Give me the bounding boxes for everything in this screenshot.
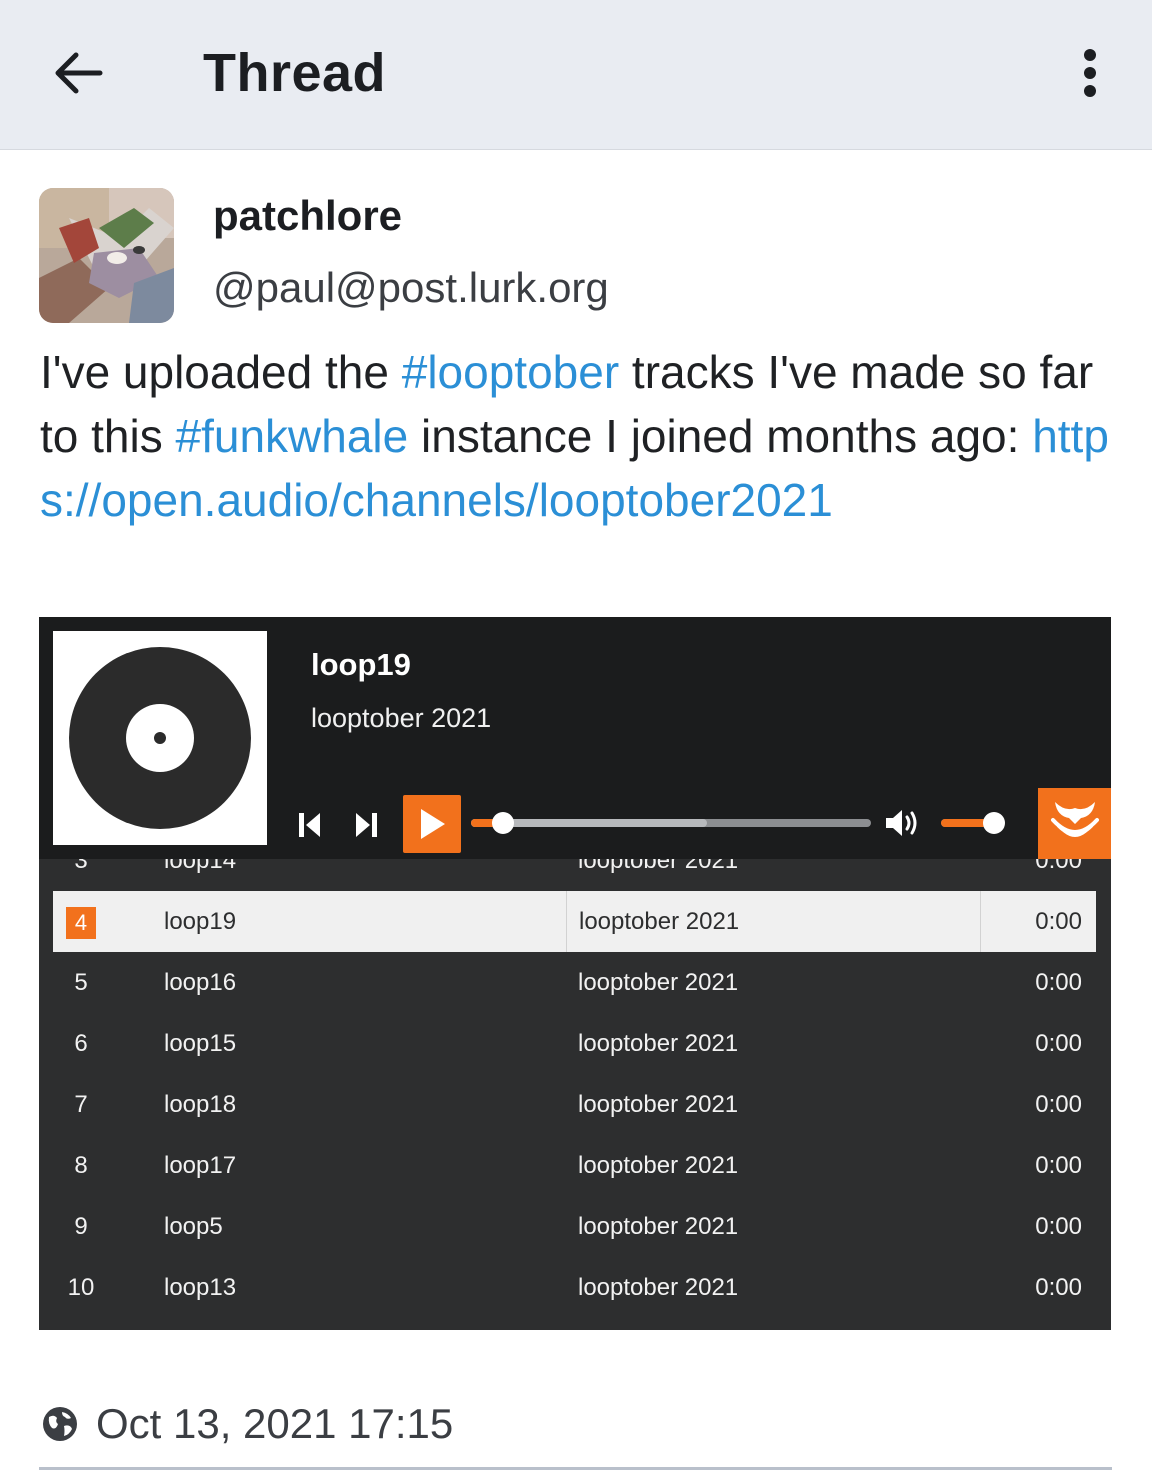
player-header: loop19 looptober 2021	[39, 617, 1111, 859]
track-duration: 0:00	[1035, 908, 1082, 935]
track-name: loop17	[164, 1152, 237, 1179]
now-playing-title: loop19	[311, 647, 411, 682]
avatar[interactable]	[39, 188, 174, 323]
track-row[interactable]: 9 loop5 looptober 2021 0:00	[53, 1196, 1096, 1257]
track-duration: 0:00	[1035, 1091, 1082, 1118]
avatar-image	[39, 188, 174, 323]
track-number: 7	[53, 1074, 109, 1135]
track-duration: 0:00	[1035, 1274, 1082, 1301]
funkwhale-icon	[1050, 801, 1099, 837]
track-number: 6	[53, 1013, 109, 1074]
funkwhale-logo[interactable]	[1038, 788, 1111, 859]
post-meta: Oct 13, 2021 17:15	[40, 1398, 453, 1450]
track-name: loop18	[164, 1091, 237, 1118]
next-track-button[interactable]	[349, 805, 383, 845]
track-row[interactable]: 6 loop15 looptober 2021 0:00	[53, 1013, 1096, 1074]
track-duration: 0:00	[1035, 1030, 1082, 1057]
track-row[interactable]: 7 loop18 looptober 2021 0:00	[53, 1074, 1096, 1135]
back-button[interactable]	[40, 38, 116, 108]
play-icon	[421, 809, 445, 839]
track-name: loop16	[164, 969, 237, 996]
track-name: loop15	[164, 1030, 237, 1057]
track-name: loop5	[164, 1213, 223, 1240]
track-name: loop13	[164, 1274, 237, 1301]
track-album: looptober 2021	[578, 1213, 739, 1240]
track-name: loop19	[164, 908, 237, 935]
track-list: 3 loop14 looptober 2021 0:00 4 loop19 looptobe…	[53, 830, 1096, 1318]
volume-slider[interactable]	[941, 812, 1006, 834]
track-album: looptober 2021	[566, 891, 739, 952]
track-number-text: 6	[74, 1030, 88, 1057]
more-vert-icon	[1084, 49, 1096, 97]
track-duration: 0:00	[1035, 1152, 1082, 1179]
track-album: looptober 2021	[578, 969, 739, 996]
display-name[interactable]: patchlore	[213, 192, 402, 240]
track-album: looptober 2021	[578, 1030, 739, 1057]
track-album: looptober 2021	[578, 1091, 739, 1118]
hashtag-looptober[interactable]: #looptober	[402, 346, 619, 398]
track-number-text: 7	[74, 1091, 88, 1118]
play-button[interactable]	[403, 795, 461, 853]
audio-player-embed: loop19 looptober 2021 3 loop14 looptober…	[39, 617, 1111, 1330]
track-row[interactable]: 10 loop13 looptober 2021 0:00	[53, 1257, 1096, 1318]
skip-next-icon	[356, 813, 377, 837]
account-handle: @paul@post.lurk.org	[213, 264, 609, 311]
more-options-button[interactable]	[1062, 38, 1118, 108]
volume-icon[interactable]	[884, 807, 920, 839]
track-number-text: 10	[67, 1274, 95, 1301]
seek-slider[interactable]	[471, 812, 871, 834]
now-playing-album: looptober 2021	[311, 703, 492, 733]
track-number: 5	[53, 952, 109, 1013]
track-number: 9	[53, 1196, 109, 1257]
post-text-part: I've uploaded the	[40, 346, 402, 398]
track-number-text: 5	[74, 969, 88, 996]
track-album: looptober 2021	[578, 1274, 739, 1301]
track-number-badge: 4	[66, 906, 96, 939]
volume-handle[interactable]	[983, 812, 1006, 834]
track-row[interactable]: 4 loop19 looptober 2021 0:00	[53, 891, 1096, 952]
track-number-text: 9	[74, 1213, 88, 1240]
app-bar: Thread	[0, 0, 1152, 150]
vinyl-record-icon	[69, 647, 251, 829]
album-cover	[53, 631, 267, 845]
track-number-text: 8	[74, 1152, 88, 1179]
arrow-left-icon	[55, 52, 103, 94]
track-row[interactable]: 5 loop16 looptober 2021 0:00	[53, 952, 1096, 1013]
track-duration: 0:00	[1035, 1213, 1082, 1240]
page-title: Thread	[203, 43, 387, 103]
post-text-part: instance I joined months ago:	[408, 410, 1033, 462]
previous-track-button[interactable]	[293, 805, 327, 845]
post-date[interactable]: Oct 13, 2021 17:15	[96, 1400, 453, 1448]
post-content: I've uploaded the #looptober tracks I've…	[40, 340, 1120, 532]
seek-handle[interactable]	[492, 812, 514, 834]
track-row[interactable]: 8 loop17 looptober 2021 0:00	[53, 1135, 1096, 1196]
hashtag-funkwhale[interactable]: #funkwhale	[176, 410, 409, 462]
globe-icon	[43, 1407, 77, 1441]
skip-previous-icon	[299, 813, 320, 837]
cell-divider	[980, 891, 981, 952]
divider	[39, 1467, 1112, 1470]
track-number: 8	[53, 1135, 109, 1196]
track-duration: 0:00	[1035, 969, 1082, 996]
track-album: looptober 2021	[578, 1152, 739, 1179]
track-number: 10	[53, 1257, 109, 1318]
track-number: 4	[53, 891, 109, 952]
